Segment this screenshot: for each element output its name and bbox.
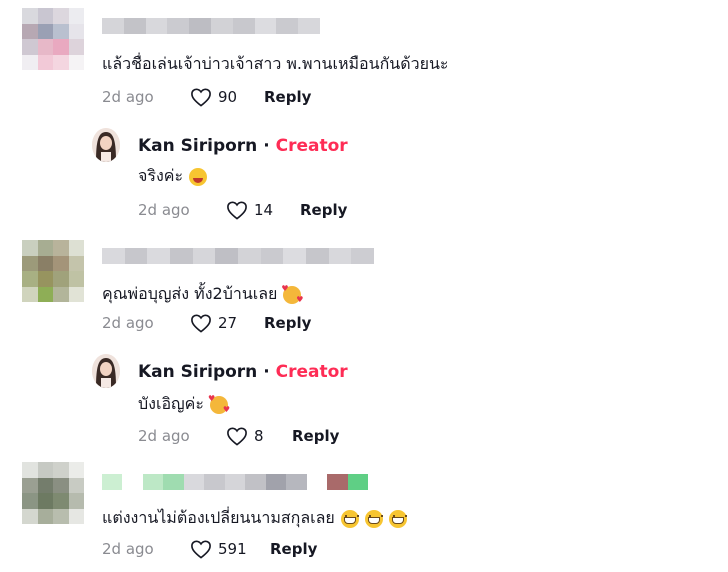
- reply-text: บังเอิญค่ะ: [138, 392, 230, 417]
- comment-text-label: แล้วชื่อเล่นเจ้าบ่าวเจ้าสาว พ.พานเหมือนก…: [102, 54, 449, 73]
- creator-name[interactable]: Kan Siriporn · Creator: [138, 136, 348, 156]
- like-button[interactable]: 8: [226, 426, 292, 446]
- like-count: 8: [254, 427, 264, 445]
- timestamp: 2d ago: [102, 540, 154, 558]
- beaming-face-emoji-icon: [388, 509, 407, 528]
- avatar[interactable]: [22, 462, 84, 524]
- comment-meta: 2d ago 90 Reply: [102, 87, 311, 107]
- separator-dot: ·: [263, 362, 270, 382]
- creator-badge: Creator: [275, 136, 348, 156]
- reply-button[interactable]: Reply: [264, 314, 311, 332]
- reply-text-label: จริงค่ะ: [138, 166, 184, 185]
- creator-badge: Creator: [275, 362, 348, 382]
- heart-outline-icon: [227, 427, 247, 446]
- like-button[interactable]: 27: [190, 313, 264, 333]
- comment-text: แต่งงานไม่ต้องเปลี่ยนนามสกุลเลย: [102, 506, 407, 531]
- creator-name-label: Kan Siriporn: [138, 136, 258, 156]
- like-button[interactable]: 90: [190, 87, 264, 107]
- username-blurred[interactable]: [102, 474, 368, 490]
- separator-dot: ·: [263, 136, 270, 156]
- creator-name[interactable]: Kan Siriporn · Creator: [138, 362, 348, 382]
- smiling-face-with-hearts-emoji-icon: [281, 284, 303, 304]
- reply-meta: 2d ago 8 Reply: [138, 426, 339, 446]
- timestamp: 2d ago: [138, 427, 190, 445]
- like-button[interactable]: 14: [226, 200, 300, 220]
- reply-meta: 2d ago 14 Reply: [138, 200, 347, 220]
- smiling-face-with-hearts-emoji-icon: [208, 394, 230, 414]
- grinning-emoji-icon: [189, 167, 208, 186]
- timestamp: 2d ago: [102, 88, 154, 106]
- reply-text: จริงค่ะ: [138, 164, 208, 189]
- like-count: 14: [254, 201, 274, 219]
- comment-meta: 2d ago 591 Reply: [102, 539, 317, 559]
- username-blurred[interactable]: [102, 18, 320, 34]
- avatar[interactable]: [22, 240, 84, 302]
- reply-button[interactable]: Reply: [264, 88, 311, 106]
- comment-text: คุณพ่อบุญส่ง ทั้ง2บ้านเลย: [102, 282, 303, 307]
- heart-outline-icon: [191, 540, 211, 559]
- comment-text-label: คุณพ่อบุญส่ง ทั้ง2บ้านเลย: [102, 284, 278, 303]
- reply-text-label: บังเอิญค่ะ: [138, 394, 204, 413]
- beaming-face-emoji-icon: [340, 509, 359, 528]
- creator-avatar[interactable]: [92, 128, 120, 162]
- timestamp: 2d ago: [138, 201, 190, 219]
- reply-button[interactable]: Reply: [270, 540, 317, 558]
- timestamp: 2d ago: [102, 314, 154, 332]
- like-count: 591: [218, 540, 247, 558]
- comment-text: แล้วชื่อเล่นเจ้าบ่าวเจ้าสาว พ.พานเหมือนก…: [102, 52, 449, 77]
- like-button[interactable]: 591: [190, 539, 270, 559]
- like-count: 27: [218, 314, 238, 332]
- creator-avatar[interactable]: [92, 354, 120, 388]
- reply-button[interactable]: Reply: [292, 427, 339, 445]
- avatar[interactable]: [22, 8, 84, 70]
- username-blurred[interactable]: [102, 248, 374, 264]
- comment-meta: 2d ago 27 Reply: [102, 313, 311, 333]
- heart-outline-icon: [191, 88, 211, 107]
- like-count: 90: [218, 88, 238, 106]
- heart-outline-icon: [191, 314, 211, 333]
- beaming-face-emoji-icon: [364, 509, 383, 528]
- heart-outline-icon: [227, 201, 247, 220]
- reply-button[interactable]: Reply: [300, 201, 347, 219]
- creator-name-label: Kan Siriporn: [138, 362, 258, 382]
- comment-text-label: แต่งงานไม่ต้องเปลี่ยนนามสกุลเลย: [102, 508, 335, 527]
